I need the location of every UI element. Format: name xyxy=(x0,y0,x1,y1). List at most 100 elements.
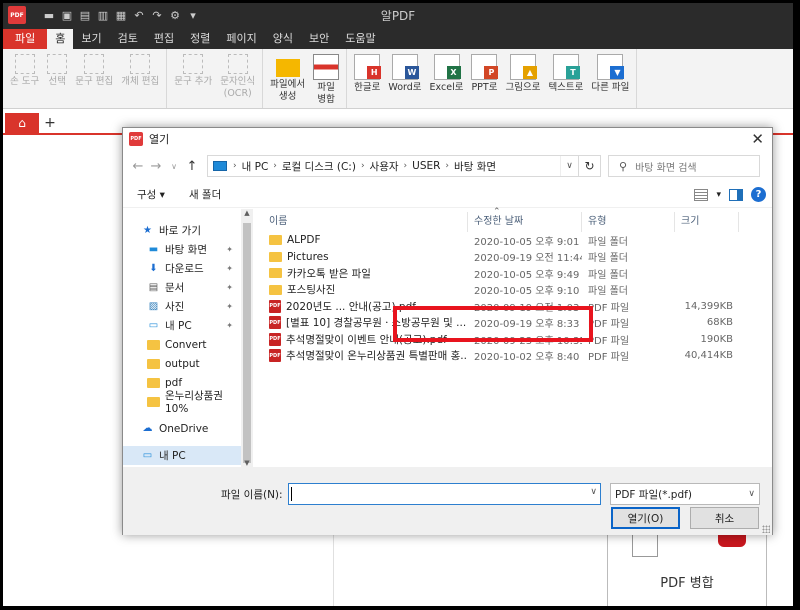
save-icon[interactable]: ▣ xyxy=(60,8,74,22)
copy-icon[interactable]: ▦ xyxy=(114,8,128,22)
redo-icon[interactable]: ↷ xyxy=(150,8,164,22)
back-arrow-icon[interactable]: ← xyxy=(129,159,147,174)
address-bar[interactable]: › 내 PC › 로컬 디스크 (C:) › 사용자 › USER › 바탕 화면 ∨ xyxy=(207,155,579,177)
file-name: Pictures xyxy=(287,250,329,263)
recent-locations-icon[interactable]: ∨ xyxy=(165,162,183,171)
open-folder-icon[interactable]: ▬ xyxy=(42,8,56,22)
nav-item-label: 바로 가기 xyxy=(159,225,201,237)
folder-icon xyxy=(147,339,160,350)
file-row[interactable]: 카카오톡 받은 파일 2020-10-05 오후 9:49 파일 폴더 xyxy=(253,265,772,282)
settings-icon[interactable]: ⚙ xyxy=(168,8,182,22)
undo-icon[interactable]: ↶ xyxy=(132,8,146,22)
print-icon[interactable]: ▤ xyxy=(78,8,92,22)
search-box[interactable]: ⚲ 바탕 화면 검색 xyxy=(608,155,760,177)
nav-item[interactable]: ☁ OneDrive xyxy=(123,419,241,438)
organize-button[interactable]: 구성 ▾ xyxy=(129,187,173,202)
nav-scroll-thumb[interactable] xyxy=(243,223,251,463)
home-tab[interactable]: ⌂ xyxy=(5,113,39,133)
pdf-merge-card[interactable]: PDF 병합 xyxy=(607,528,767,606)
ribbon-button[interactable]: T 텍스트로 xyxy=(544,51,587,106)
filename-dropdown-icon[interactable]: ∨ xyxy=(590,487,597,497)
pin-icon: ✦ xyxy=(226,321,233,330)
ribbon-button[interactable]: X Excel로 xyxy=(426,51,468,106)
nav-scrollbar[interactable]: ▲ ▼ xyxy=(241,209,253,467)
breadcrumb-item[interactable]: 로컬 디스크 (C:) xyxy=(279,159,359,174)
file-size-cell: 68KB xyxy=(706,317,733,329)
menu-tab[interactable]: 보기 xyxy=(73,29,109,49)
ribbon-button[interactable]: ▼ 다른 파일 xyxy=(587,51,633,106)
file-type-select[interactable]: PDF 파일(*.pdf) ∨ xyxy=(610,483,760,505)
scroll-up-icon[interactable]: ▲ xyxy=(241,209,253,217)
resize-grip-icon[interactable] xyxy=(762,525,770,533)
column-header[interactable]: 수정한 날짜 xyxy=(468,212,582,232)
preview-pane-icon[interactable] xyxy=(729,188,743,201)
cancel-button[interactable]: 취소 xyxy=(690,507,759,529)
breadcrumb-item[interactable]: 내 PC xyxy=(239,159,272,174)
nav-item[interactable]: ▤ 문서 ✦ xyxy=(123,278,241,297)
column-header[interactable]: 이름 xyxy=(263,212,468,232)
file-row[interactable]: ALPDF 2020-10-05 오후 9:01 파일 폴더 xyxy=(253,232,772,249)
menu-tab[interactable]: 보안 xyxy=(301,29,337,49)
column-header[interactable]: 유형 xyxy=(582,212,675,232)
close-icon[interactable]: ✕ xyxy=(751,130,764,148)
file-row[interactable]: 포스팅사진 2020-10-05 오후 9:10 파일 폴더 xyxy=(253,282,772,299)
menu-tab[interactable]: 홈 xyxy=(47,29,74,49)
nav-item[interactable]: Convert xyxy=(123,335,241,354)
ribbon-button[interactable]: P PPT로 xyxy=(467,51,501,106)
ribbon-button[interactable]: 파일 병합 xyxy=(309,51,343,106)
ribbon-button[interactable]: ▲ 그림으로 xyxy=(501,51,544,106)
excel-icon: X xyxy=(433,54,461,80)
view-list-icon[interactable] xyxy=(694,188,709,201)
sort-caret-icon: ⌃ xyxy=(493,207,501,217)
scan-icon[interactable]: ▥ xyxy=(96,8,110,22)
nav-item[interactable]: ▭ 내 PC xyxy=(123,446,241,465)
new-tab-button[interactable]: + xyxy=(39,113,61,133)
scroll-down-icon[interactable]: ▼ xyxy=(241,459,253,467)
menu-tab[interactable]: 정렬 xyxy=(182,29,218,49)
nav-item[interactable]: output xyxy=(123,354,241,373)
breadcrumb-item[interactable]: USER xyxy=(409,160,443,172)
breadcrumb-item[interactable]: 사용자 xyxy=(367,159,402,174)
menu-tab[interactable]: 양식 xyxy=(265,29,301,49)
breadcrumb-item[interactable]: 바탕 화면 xyxy=(451,159,499,174)
ribbon-button[interactable]: H 한글로 xyxy=(350,51,384,106)
new-folder-button[interactable]: 새 폴더 xyxy=(181,187,229,202)
menu-tab[interactable]: 편집 xyxy=(146,29,182,49)
ribbon-group: 파일에서 생성 파일 병합 xyxy=(263,49,348,108)
ribbon-button[interactable]: W Word로 xyxy=(384,51,425,106)
menu-tab[interactable]: 도움말 xyxy=(337,29,383,49)
nav-item[interactable]: ▭ 내 PC ✦ xyxy=(123,316,241,335)
nav-item[interactable]: ▨ 사진 ✦ xyxy=(123,297,241,316)
file-name-cell: 포스팅사진 xyxy=(263,282,468,297)
dialog-body: ▲ ▼ ★ 바로 가기 ▬ 바탕 화면 ✦ ⬇ 다운로드 ✦ ▤ 문서 ✦ ▨ 사진 ✦ ▭ 내 PC ✦ Con… xyxy=(123,207,772,467)
filename-label: 파일 이름(N): xyxy=(221,489,283,501)
breadcrumb-chevron-icon[interactable]: › xyxy=(271,161,279,171)
open-button[interactable]: 열기(O) xyxy=(611,507,680,529)
breadcrumb-chevron-icon[interactable]: › xyxy=(443,161,451,171)
up-arrow-icon[interactable]: ↑ xyxy=(183,159,201,174)
column-header[interactable]: 크기 xyxy=(675,212,739,232)
ribbon-button[interactable]: 파일에서 생성 xyxy=(266,51,309,106)
menu-tab[interactable]: 페이지 xyxy=(218,29,264,49)
breadcrumb-chevron-icon[interactable]: › xyxy=(359,161,367,171)
menu-tab[interactable]: 파일 xyxy=(3,29,48,49)
nav-item[interactable]: ▬ 바탕 화면 ✦ xyxy=(123,240,241,259)
filename-input[interactable]: ∨ xyxy=(288,483,601,505)
nav-item[interactable]: ★ 바로 가기 xyxy=(123,221,241,240)
address-dropdown-icon[interactable]: ∨ xyxy=(560,156,578,176)
merge-file-icon xyxy=(313,54,340,80)
nav-item[interactable]: ⬇ 다운로드 ✦ xyxy=(123,259,241,278)
nav-item[interactable]: 온누리상품권10% xyxy=(123,390,241,415)
breadcrumb-chevron-icon[interactable]: › xyxy=(402,161,410,171)
file-row[interactable]: PDF 추석명절맞이 온누리상품권 특별판매 홍... 2020-10-02 오후 … xyxy=(253,348,772,365)
file-type-cell: 파일 폴더 xyxy=(588,236,628,248)
file-row[interactable]: Pictures 2020-09-19 오전 11:44 파일 폴더 xyxy=(253,249,772,266)
forward-arrow-icon[interactable]: → xyxy=(147,159,165,174)
menu-tab[interactable]: 검토 xyxy=(110,29,146,49)
breadcrumb-chevron-icon[interactable]: › xyxy=(231,161,239,171)
file-size-cell: 14,399KB xyxy=(684,300,733,312)
customize-dropdown-icon[interactable]: ▾ xyxy=(186,8,200,22)
view-dropdown-icon[interactable]: ▾ xyxy=(716,190,721,200)
help-icon[interactable]: ? xyxy=(751,187,766,202)
refresh-icon[interactable]: ↻ xyxy=(579,155,601,177)
